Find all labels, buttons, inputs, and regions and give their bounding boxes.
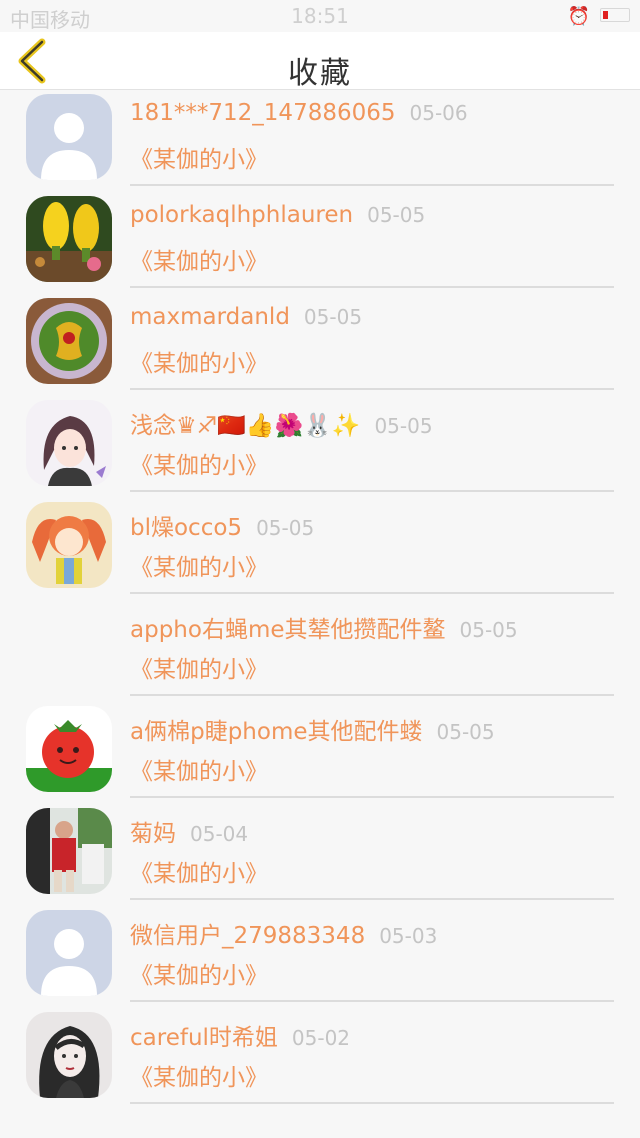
status-bar: 中国移动 18:51 ⏰: [0, 0, 640, 32]
date: 05-05: [436, 720, 495, 744]
clock: 18:51: [291, 4, 349, 28]
user-name[interactable]: 微信用户_279883348: [130, 923, 365, 949]
cactus-avatar-icon: [26, 196, 112, 282]
list-item[interactable]: a俩棉p睫phome其他配件蝼 05-05 《某伽的小》: [0, 690, 640, 798]
default-avatar-icon: [26, 910, 112, 996]
tomato-avatar-icon: [26, 706, 112, 792]
item-title[interactable]: 《某伽的小》: [130, 752, 268, 786]
list-item[interactable]: 菊妈 05-04 《某伽的小》: [0, 792, 640, 900]
date: 05-05: [374, 414, 433, 438]
item-title[interactable]: 《某伽的小》: [130, 854, 268, 888]
default-avatar-icon: [26, 94, 112, 180]
page-title: 收藏: [288, 56, 352, 91]
battery-icon: [600, 8, 630, 22]
anime-girl-avatar-icon: [26, 400, 112, 486]
date: 05-05: [367, 203, 426, 227]
user-name[interactable]: 181***712_147886065: [130, 100, 396, 126]
date: 05-05: [459, 618, 518, 642]
item-title[interactable]: 《某伽的小》: [130, 242, 268, 276]
list-item[interactable]: 微信用户_279883348 05-03 《某伽的小》: [0, 894, 640, 1002]
user-name[interactable]: appho右蝇me其辇他攒配件鳌: [130, 617, 446, 643]
date: 05-06: [409, 101, 468, 125]
cartoon-girl-avatar-icon: [26, 502, 112, 588]
nav-bar: 收藏: [0, 32, 640, 91]
list-item[interactable]: bl燥occo5 05-05 《某伽的小》: [0, 486, 640, 594]
date: 05-04: [190, 822, 249, 846]
user-name[interactable]: polorkaqlhphlauren: [130, 202, 353, 228]
list-item[interactable]: polorkaqlhphlauren 05-05 《某伽的小》: [0, 180, 640, 288]
item-title[interactable]: 《某伽的小》: [130, 1058, 268, 1092]
date: 05-05: [256, 516, 315, 540]
favorites-list[interactable]: 181***712_147886065 05-06 《某伽的小》 polorkaq…: [0, 90, 640, 1138]
photo-avatar-icon: [26, 808, 112, 894]
user-name[interactable]: 浅念♛♐🇨🇳👍🌺🐰✨: [130, 413, 360, 439]
sketch-girl-avatar-icon: [26, 1012, 112, 1098]
user-name[interactable]: a俩棉p睫phome其他配件蝼: [130, 719, 423, 745]
user-name[interactable]: 菊妈: [130, 821, 176, 847]
date: 05-02: [291, 1026, 351, 1050]
user-name[interactable]: bl燥occo5: [130, 515, 242, 541]
list-item[interactable]: careful时希姐 05-02 《某伽的小》: [0, 996, 640, 1104]
item-title[interactable]: 《某伽的小》: [130, 956, 268, 990]
emblem-avatar-icon: [26, 298, 112, 384]
list-item[interactable]: appho右蝇me其辇他攒配件鳌 05-05 《某伽的小》: [0, 588, 640, 696]
list-item[interactable]: 181***712_147886065 05-06 《某伽的小》: [0, 90, 640, 186]
user-name[interactable]: maxmardanld: [130, 304, 290, 330]
user-name[interactable]: careful时希姐: [130, 1025, 278, 1051]
item-title[interactable]: 《某伽的小》: [130, 140, 268, 174]
date: 05-05: [303, 305, 363, 329]
list-item[interactable]: maxmardanld 05-05 《某伽的小》: [0, 282, 640, 390]
list-item[interactable]: 浅念♛♐🇨🇳👍🌺🐰✨ 05-05 《某伽的小》: [0, 384, 640, 492]
item-title[interactable]: 《某伽的小》: [130, 650, 268, 684]
alarm-icon: ⏰: [567, 6, 590, 27]
item-title[interactable]: 《某伽的小》: [130, 548, 268, 582]
item-title[interactable]: 《某伽的小》: [130, 344, 268, 378]
divider: [130, 1102, 614, 1104]
date: 05-03: [379, 924, 438, 948]
item-title[interactable]: 《某伽的小》: [130, 446, 268, 480]
